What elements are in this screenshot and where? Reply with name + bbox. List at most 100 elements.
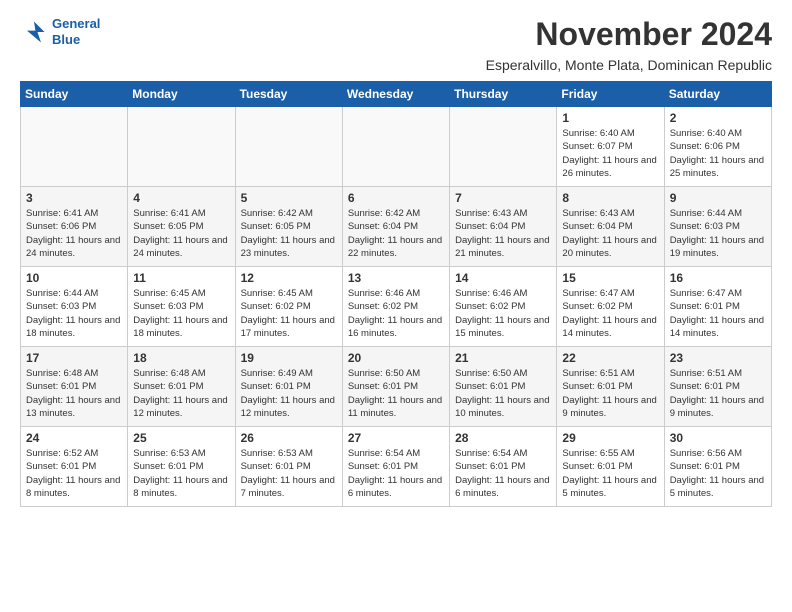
logo-icon: [20, 18, 48, 46]
logo: General Blue: [20, 16, 100, 47]
calendar-cell: 22Sunrise: 6:51 AMSunset: 6:01 PMDayligh…: [557, 347, 664, 427]
day-number: 28: [455, 431, 551, 445]
day-info: Sunrise: 6:43 AMSunset: 6:04 PMDaylight:…: [455, 207, 551, 260]
calendar-cell: 7 Sunrise: 6:43 AMSunset: 6:04 PMDaylight…: [450, 187, 557, 267]
column-header-monday: Monday: [128, 82, 235, 107]
day-info: Sunrise: 6:51 AMSunset: 6:01 PMDaylight:…: [562, 367, 658, 420]
day-number: 15: [562, 271, 658, 285]
calendar-cell: 30 Sunrise: 6:56 AMSunset: 6:01 PMDayligh…: [664, 427, 771, 507]
calendar-cell: 10 Sunrise: 6:44 AMSunset: 6:03 PMDayligh…: [21, 267, 128, 347]
calendar-cell: [342, 107, 449, 187]
calendar-cell: 11 Sunrise: 6:45 AMSunset: 6:03 PMDayligh…: [128, 267, 235, 347]
day-number: 12: [241, 271, 337, 285]
day-number: 10: [26, 271, 122, 285]
day-info: Sunrise: 6:41 AMSunset: 6:05 PMDaylight:…: [133, 207, 229, 260]
day-number: 26: [241, 431, 337, 445]
day-number: 20: [348, 351, 444, 365]
calendar-cell: 12 Sunrise: 6:45 AMSunset: 6:02 PMDayligh…: [235, 267, 342, 347]
day-info: Sunrise: 6:54 AMSunset: 6:01 PMDaylight:…: [455, 447, 551, 500]
day-info: Sunrise: 6:49 AMSunset: 6:01 PMDaylight:…: [241, 367, 337, 420]
day-number: 8: [562, 191, 658, 205]
calendar-cell: 17 Sunrise: 6:48 AMSunset: 6:01 PMDayligh…: [21, 347, 128, 427]
day-number: 29: [562, 431, 658, 445]
day-number: 7: [455, 191, 551, 205]
calendar-cell: 25 Sunrise: 6:53 AMSunset: 6:01 PMDayligh…: [128, 427, 235, 507]
day-number: 11: [133, 271, 229, 285]
day-number: 30: [670, 431, 766, 445]
day-number: 21: [455, 351, 551, 365]
column-header-tuesday: Tuesday: [235, 82, 342, 107]
day-number: 6: [348, 191, 444, 205]
day-number: 23: [670, 351, 766, 365]
day-info: Sunrise: 6:42 AMSunset: 6:05 PMDaylight:…: [241, 207, 337, 260]
day-info: Sunrise: 6:48 AMSunset: 6:01 PMDaylight:…: [26, 367, 122, 420]
day-info: Sunrise: 6:50 AMSunset: 6:01 PMDaylight:…: [455, 367, 551, 420]
calendar-cell: 16 Sunrise: 6:47 AMSunset: 6:01 PMDayligh…: [664, 267, 771, 347]
calendar-table: SundayMondayTuesdayWednesdayThursdayFrid…: [20, 81, 772, 507]
column-header-friday: Friday: [557, 82, 664, 107]
day-info: Sunrise: 6:43 AMSunset: 6:04 PMDaylight:…: [562, 207, 658, 260]
day-number: 16: [670, 271, 766, 285]
day-number: 13: [348, 271, 444, 285]
calendar-cell: 26Sunrise: 6:53 AMSunset: 6:01 PMDayligh…: [235, 427, 342, 507]
calendar-subtitle: Esperalvillo, Monte Plata, Dominican Rep…: [20, 57, 772, 73]
calendar-cell: 2Sunrise: 6:40 AMSunset: 6:06 PMDaylight…: [664, 107, 771, 187]
day-info: Sunrise: 6:45 AMSunset: 6:03 PMDaylight:…: [133, 287, 229, 340]
column-header-saturday: Saturday: [664, 82, 771, 107]
day-number: 5: [241, 191, 337, 205]
day-number: 19: [241, 351, 337, 365]
calendar-body: 1 Sunrise: 6:40 AMSunset: 6:07 PMDaylight…: [21, 107, 772, 507]
day-number: 18: [133, 351, 229, 365]
calendar-cell: 20Sunrise: 6:50 AMSunset: 6:01 PMDayligh…: [342, 347, 449, 427]
day-number: 9: [670, 191, 766, 205]
day-number: 4: [133, 191, 229, 205]
month-title: November 2024: [535, 16, 772, 53]
day-info: Sunrise: 6:40 AMSunset: 6:07 PMDaylight:…: [562, 127, 658, 180]
calendar-cell: 5 Sunrise: 6:42 AMSunset: 6:05 PMDaylight…: [235, 187, 342, 267]
calendar-cell: 4 Sunrise: 6:41 AMSunset: 6:05 PMDaylight…: [128, 187, 235, 267]
calendar-cell: 28 Sunrise: 6:54 AMSunset: 6:01 PMDayligh…: [450, 427, 557, 507]
calendar-cell: 18 Sunrise: 6:48 AMSunset: 6:01 PMDayligh…: [128, 347, 235, 427]
calendar-cell: 9 Sunrise: 6:44 AMSunset: 6:03 PMDaylight…: [664, 187, 771, 267]
calendar-cell: 23 Sunrise: 6:51 AMSunset: 6:01 PMDayligh…: [664, 347, 771, 427]
day-info: Sunrise: 6:47 AMSunset: 6:01 PMDaylight:…: [670, 287, 766, 340]
calendar-week-4: 17 Sunrise: 6:48 AMSunset: 6:01 PMDayligh…: [21, 347, 772, 427]
calendar-week-5: 24 Sunrise: 6:52 AMSunset: 6:01 PMDayligh…: [21, 427, 772, 507]
day-number: 17: [26, 351, 122, 365]
calendar-week-1: 1 Sunrise: 6:40 AMSunset: 6:07 PMDaylight…: [21, 107, 772, 187]
calendar-cell: [450, 107, 557, 187]
day-info: Sunrise: 6:47 AMSunset: 6:02 PMDaylight:…: [562, 287, 658, 340]
calendar-cell: [235, 107, 342, 187]
calendar-cell: 15 Sunrise: 6:47 AMSunset: 6:02 PMDayligh…: [557, 267, 664, 347]
calendar-cell: 13 Sunrise: 6:46 AMSunset: 6:02 PMDayligh…: [342, 267, 449, 347]
calendar-week-2: 3Sunrise: 6:41 AMSunset: 6:06 PMDaylight…: [21, 187, 772, 267]
calendar-cell: 24 Sunrise: 6:52 AMSunset: 6:01 PMDayligh…: [21, 427, 128, 507]
day-number: 24: [26, 431, 122, 445]
column-header-sunday: Sunday: [21, 82, 128, 107]
day-info: Sunrise: 6:44 AMSunset: 6:03 PMDaylight:…: [26, 287, 122, 340]
day-number: 1: [562, 111, 658, 125]
column-header-wednesday: Wednesday: [342, 82, 449, 107]
logo-text: General Blue: [52, 16, 100, 47]
day-info: Sunrise: 6:41 AMSunset: 6:06 PMDaylight:…: [26, 207, 122, 260]
calendar-cell: 3Sunrise: 6:41 AMSunset: 6:06 PMDaylight…: [21, 187, 128, 267]
day-info: Sunrise: 6:45 AMSunset: 6:02 PMDaylight:…: [241, 287, 337, 340]
day-info: Sunrise: 6:44 AMSunset: 6:03 PMDaylight:…: [670, 207, 766, 260]
day-number: 25: [133, 431, 229, 445]
calendar-cell: 1 Sunrise: 6:40 AMSunset: 6:07 PMDaylight…: [557, 107, 664, 187]
day-info: Sunrise: 6:53 AMSunset: 6:01 PMDaylight:…: [133, 447, 229, 500]
calendar-cell: 19 Sunrise: 6:49 AMSunset: 6:01 PMDayligh…: [235, 347, 342, 427]
day-info: Sunrise: 6:55 AMSunset: 6:01 PMDaylight:…: [562, 447, 658, 500]
calendar-cell: [21, 107, 128, 187]
day-info: Sunrise: 6:51 AMSunset: 6:01 PMDaylight:…: [670, 367, 766, 420]
calendar-cell: 29 Sunrise: 6:55 AMSunset: 6:01 PMDayligh…: [557, 427, 664, 507]
day-info: Sunrise: 6:48 AMSunset: 6:01 PMDaylight:…: [133, 367, 229, 420]
day-number: 27: [348, 431, 444, 445]
calendar-cell: 27Sunrise: 6:54 AMSunset: 6:01 PMDayligh…: [342, 427, 449, 507]
day-info: Sunrise: 6:52 AMSunset: 6:01 PMDaylight:…: [26, 447, 122, 500]
day-info: Sunrise: 6:46 AMSunset: 6:02 PMDaylight:…: [348, 287, 444, 340]
day-info: Sunrise: 6:56 AMSunset: 6:01 PMDaylight:…: [670, 447, 766, 500]
day-info: Sunrise: 6:42 AMSunset: 6:04 PMDaylight:…: [348, 207, 444, 260]
page-header: General Blue November 2024: [20, 16, 772, 53]
day-info: Sunrise: 6:40 AMSunset: 6:06 PMDaylight:…: [670, 127, 766, 180]
